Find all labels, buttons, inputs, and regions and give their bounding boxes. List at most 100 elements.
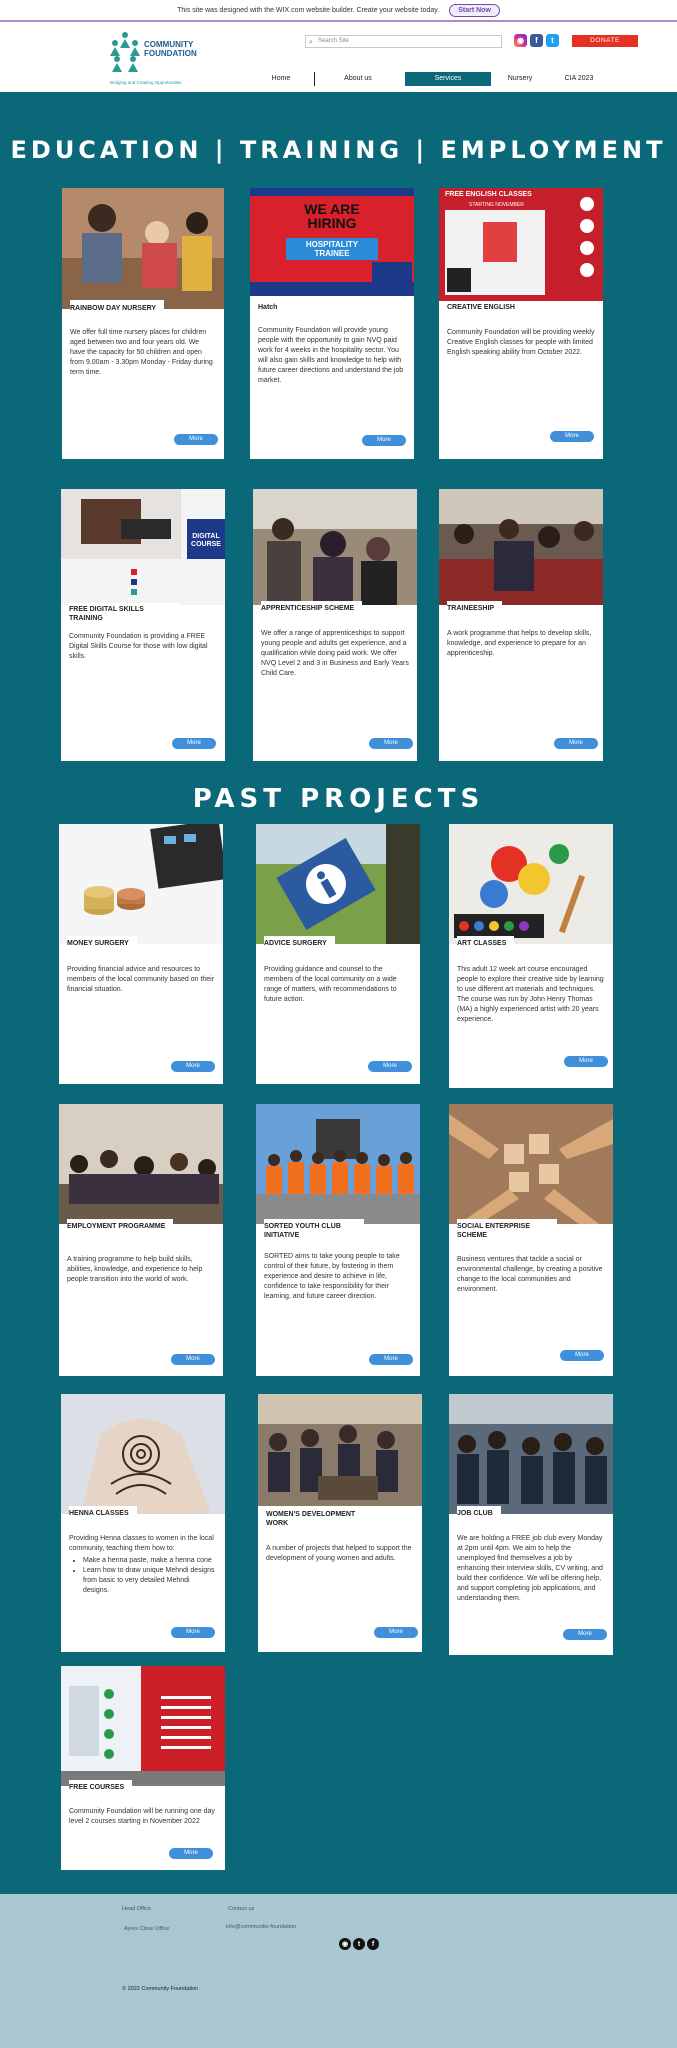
card-image — [439, 489, 603, 605]
card-text: Community Foundation will provide young … — [258, 327, 404, 384]
card-image — [256, 824, 420, 944]
nav-home[interactable]: Home — [248, 72, 314, 86]
card-title: ART CLASSES — [457, 936, 515, 948]
card-text: This adult 12 week art course encouraged… — [457, 966, 604, 1023]
more-button[interactable]: More — [169, 1848, 213, 1859]
search-input[interactable]: ⌕ Search Site — [305, 35, 502, 48]
poster-headline: DIGITAL COURSE — [187, 533, 225, 549]
card-title: FREE DIGITAL SKILLS TRAINING — [69, 603, 179, 623]
section-title-past-projects: PAST PROJECTS — [192, 784, 485, 814]
instagram-icon[interactable]: ◉ — [514, 34, 527, 47]
more-button[interactable]: More — [171, 1354, 215, 1365]
facebook-icon[interactable]: f — [530, 34, 543, 47]
womens-group-photo — [258, 1394, 422, 1506]
card-text: Providing financial advice and resources… — [67, 966, 215, 993]
poster-line-1: DIGITAL — [192, 533, 220, 540]
more-button[interactable]: More — [554, 738, 598, 749]
footer-contact-title: Contact us — [228, 1906, 255, 1912]
card-image: DIGITAL COURSE — [61, 489, 225, 605]
nav-services[interactable]: Services — [405, 72, 491, 86]
card-image — [258, 1394, 422, 1506]
donate-button[interactable]: DONATE — [572, 35, 638, 47]
logo-figures-icon — [110, 32, 140, 72]
henna-list: Make a henna paste, make a henna cone Le… — [69, 1556, 217, 1596]
main-nav: Home About us Services Nursery CIA 2023 — [248, 72, 609, 86]
card-title: CREATIVE ENGLISH — [447, 304, 515, 311]
more-button[interactable]: More — [564, 1056, 608, 1067]
section-title-education: EDUCATION | TRAINING | EMPLOYMENT — [10, 136, 667, 164]
more-button[interactable]: More — [369, 738, 413, 749]
card-image: FREE ENGLISH CLASSES STARTING NOVEMBER — [439, 188, 603, 301]
nav-cia-2023[interactable]: CIA 2023 — [549, 72, 609, 86]
card-image — [61, 1666, 225, 1786]
card-text: Community Foundation will be providing w… — [447, 329, 595, 356]
project-card: WOMEN'S DEVELOPMENT WORK A number of pro… — [258, 1394, 422, 1652]
site-footer: Head Office Ayres Close Office Contact u… — [0, 1894, 677, 2048]
more-button[interactable]: More — [172, 738, 216, 749]
start-now-button[interactable]: Start Now — [449, 3, 500, 17]
logo[interactable]: COMMUNITY FOUNDATION Bridging and Creati… — [108, 28, 202, 88]
search-icon: ⌕ — [309, 39, 313, 46]
card-title: FREE COURSES — [69, 1780, 133, 1792]
card-title: RAINBOW DAY NURSERY — [70, 300, 165, 313]
card-text: We offer a range of apprenticeships to s… — [261, 630, 409, 677]
money-photo — [59, 824, 223, 944]
service-card: WE ARE HIRING HOSPITALITY TRAINEE Hatch … — [250, 188, 414, 459]
more-button[interactable]: More — [560, 1350, 604, 1361]
footer-head-office-title: Head Office — [122, 1906, 151, 1912]
henna-photo — [61, 1394, 225, 1514]
card-text: Providing Henna classes to women in the … — [69, 1534, 217, 1596]
youth-club-photo — [256, 1104, 420, 1224]
poster-line-4: TRAINEE — [314, 249, 350, 258]
free-courses-poster — [61, 1666, 225, 1786]
puzzle-hands-photo — [449, 1104, 613, 1224]
card-image: WE ARE HIRING HOSPITALITY TRAINEE — [250, 188, 414, 296]
more-button[interactable]: More — [369, 1354, 413, 1365]
more-button[interactable]: More — [362, 435, 406, 446]
card-title: Hatch — [258, 304, 278, 311]
more-button[interactable]: More — [171, 1061, 215, 1072]
logo-text: COMMUNITY FOUNDATION — [144, 40, 197, 58]
advice-sign-photo — [256, 824, 420, 944]
project-card: SOCIAL ENTERPRISE SCHEME Business ventur… — [449, 1104, 613, 1376]
logo-line-2: FOUNDATION — [144, 49, 197, 58]
card-text: We offer full time nursery places for ch… — [70, 329, 213, 376]
facebook-icon[interactable]: f — [367, 1938, 379, 1950]
card-title: SORTED YOUTH CLUB INITIATIVE — [264, 1219, 364, 1240]
footer-contact-email[interactable]: info@communitie-foundation — [226, 1924, 296, 1930]
card-title: SOCIAL ENTERPRISE SCHEME — [457, 1219, 557, 1240]
apprenticeship-photo — [253, 489, 417, 605]
card-text: Community Foundation will be running one… — [69, 1808, 215, 1825]
twitter-icon[interactable]: t — [546, 34, 559, 47]
twitter-icon[interactable]: t — [353, 1938, 365, 1950]
card-title: TRAINEESHIP — [447, 601, 503, 613]
poster-headline: WE ARE HIRING — [250, 202, 414, 230]
card-text: A training programme to help build skill… — [67, 1256, 203, 1283]
employment-photo — [59, 1104, 223, 1224]
card-image — [449, 824, 613, 944]
site-header: COMMUNITY FOUNDATION Bridging and Creati… — [0, 22, 677, 92]
card-image — [449, 1104, 613, 1224]
list-item: Learn how to draw unique Mehndi designs … — [83, 1566, 217, 1596]
card-title: MONEY SURGERY — [67, 936, 137, 948]
more-button[interactable]: More — [563, 1629, 607, 1640]
nav-about-us[interactable]: About us — [315, 72, 401, 86]
project-card: HENNA CLASSES Providing Henna classes to… — [61, 1394, 225, 1652]
card-title: ADVICE SURGERY — [264, 936, 335, 948]
card-image — [61, 1394, 225, 1514]
more-button[interactable]: More — [174, 434, 218, 445]
more-button[interactable]: More — [171, 1627, 215, 1638]
service-card: APPRENTICESHIP SCHEME We offer a range o… — [253, 489, 417, 761]
more-button[interactable]: More — [550, 431, 594, 442]
poster-line-3: HOSPITALITY — [305, 240, 359, 249]
more-button[interactable]: More — [368, 1061, 412, 1072]
instagram-icon[interactable]: ◉ — [339, 1938, 351, 1950]
job-club-photo — [449, 1394, 613, 1514]
more-button[interactable]: More — [374, 1627, 418, 1638]
card-text: SORTED aims to take young people to take… — [264, 1253, 400, 1300]
project-card: JOB CLUB We are holding a FREE job club … — [449, 1394, 613, 1655]
poster-role: HOSPITALITY TRAINEE — [286, 238, 378, 260]
traineeship-photo — [439, 489, 603, 605]
nav-nursery[interactable]: Nursery — [491, 72, 549, 86]
service-card: RAINBOW DAY NURSERY We offer full time n… — [62, 188, 224, 459]
